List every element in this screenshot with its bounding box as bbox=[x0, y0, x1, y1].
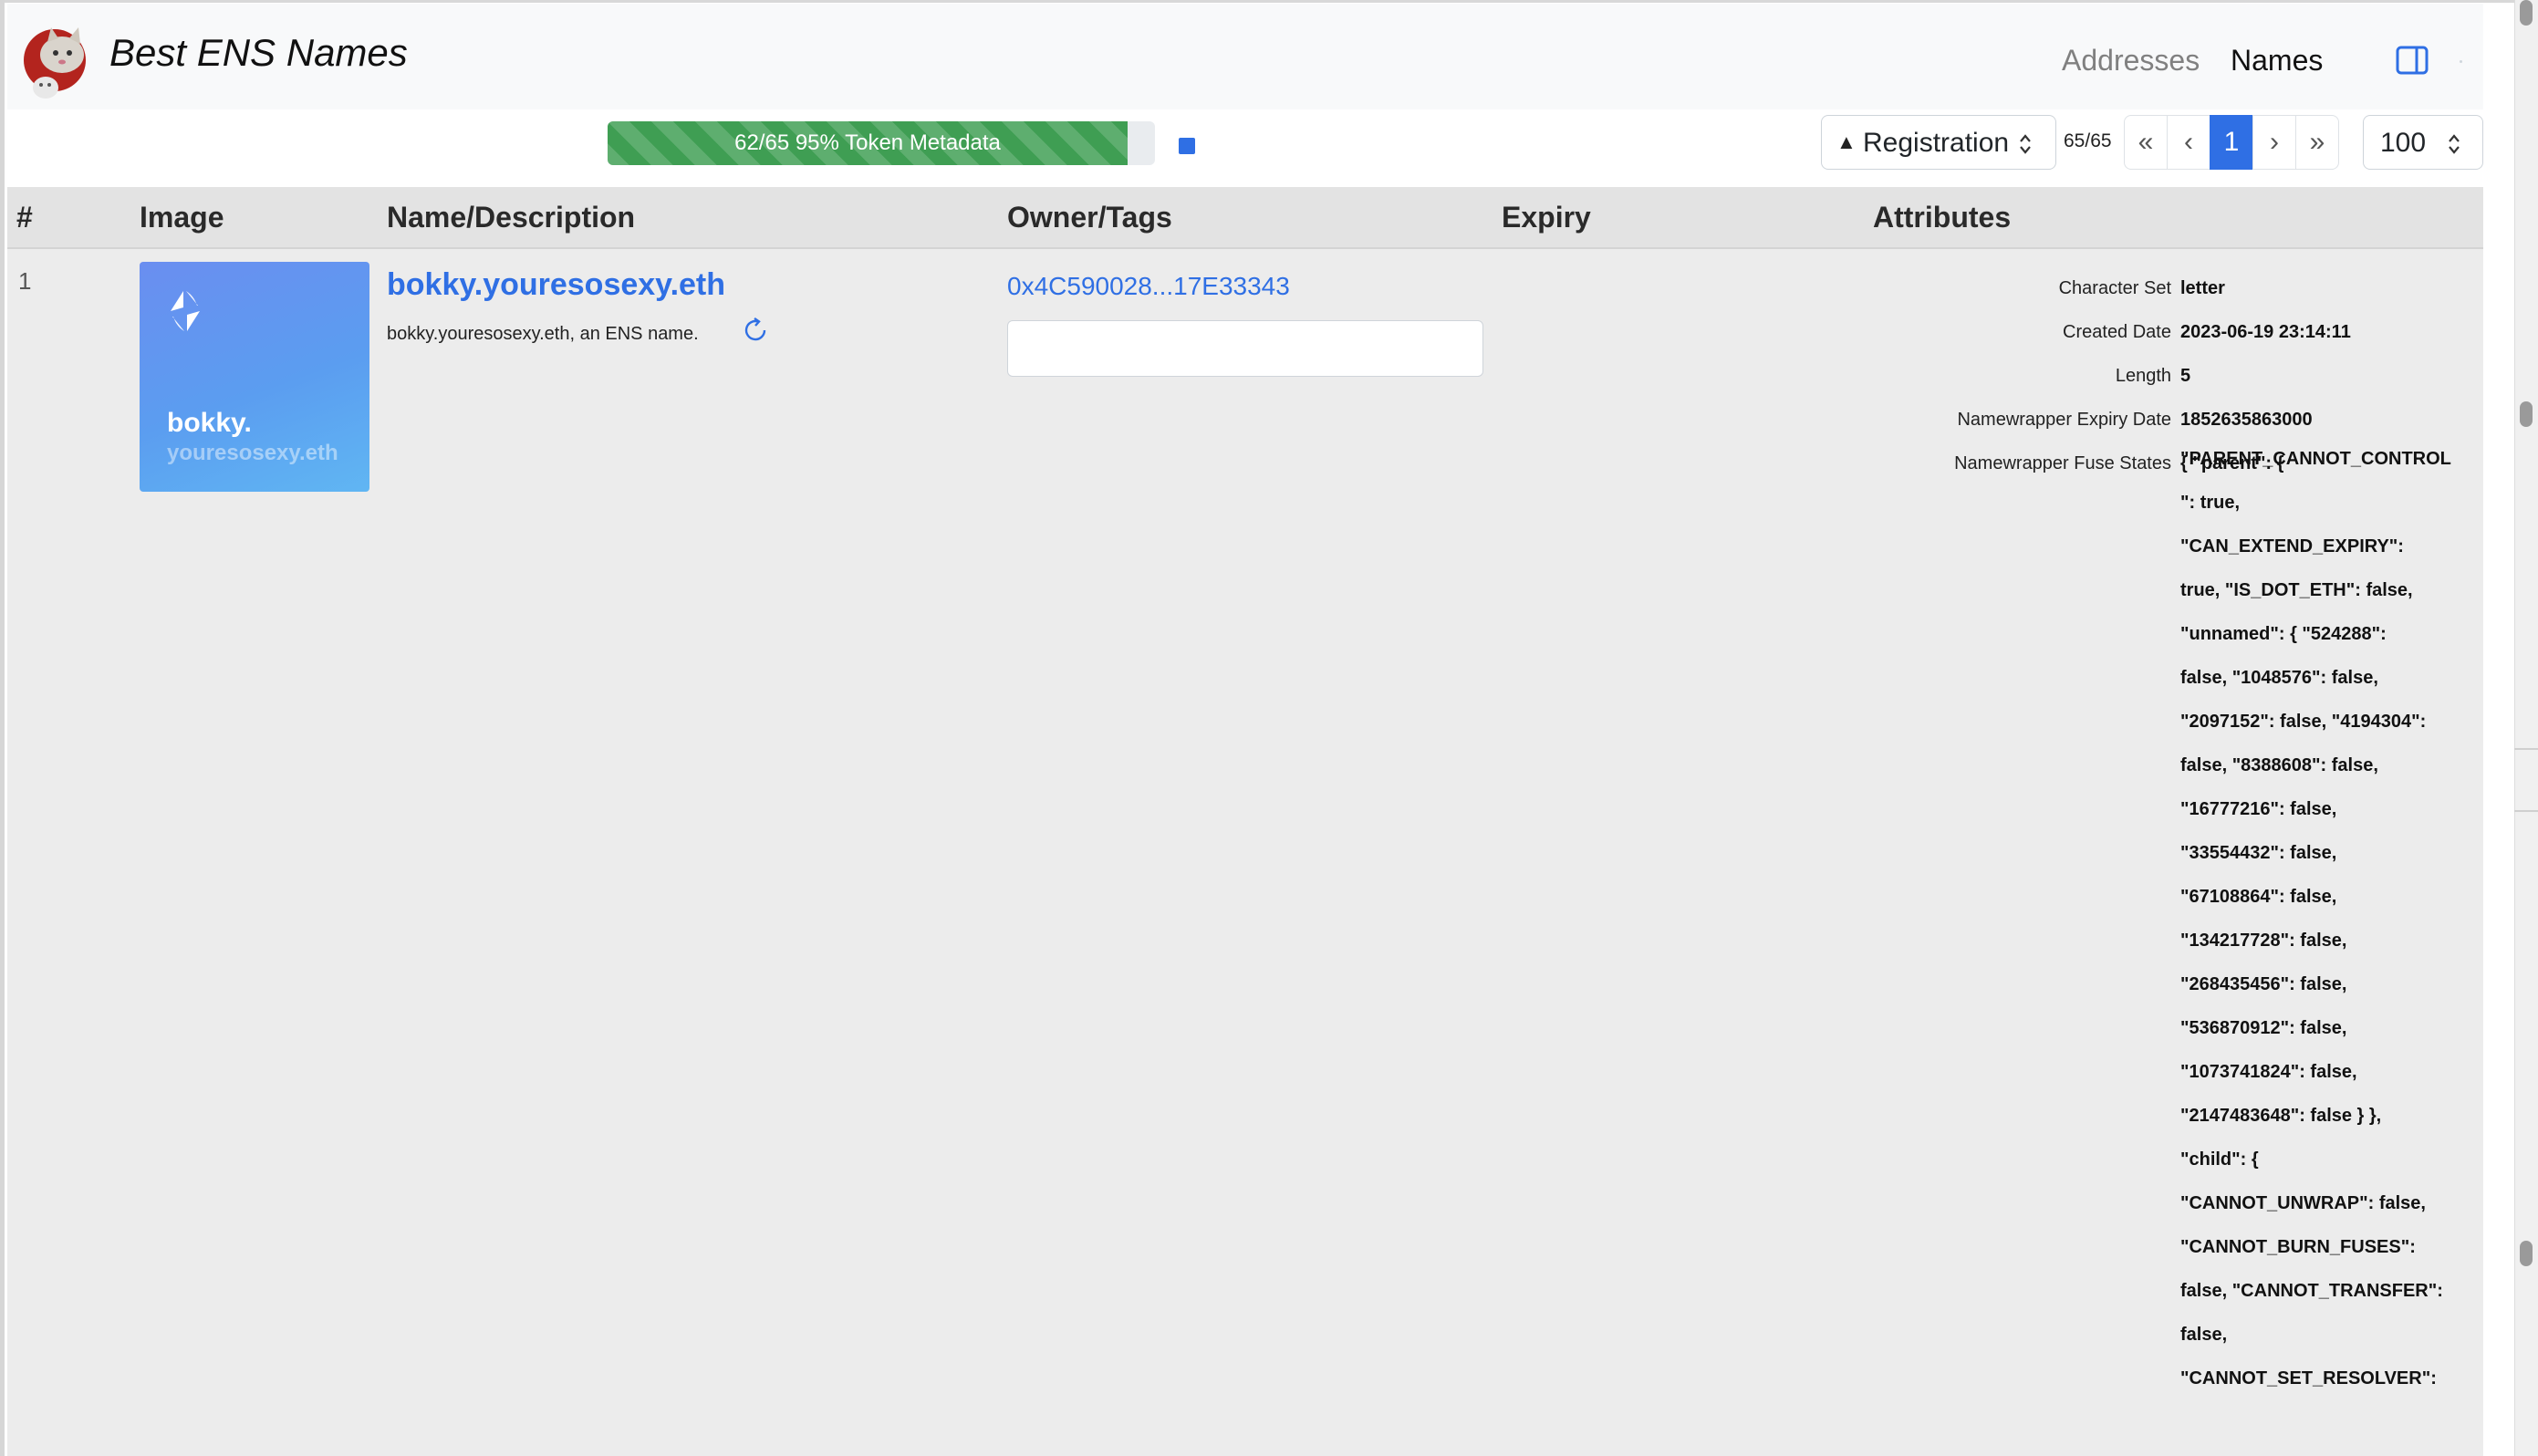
pagination: « ‹ 1 › » bbox=[2124, 115, 2339, 170]
fuse-states-line: "CANNOT_BURN_FUSES": bbox=[2180, 1237, 2416, 1257]
page-first-button[interactable]: « bbox=[2124, 115, 2168, 170]
attribute-value: letter bbox=[2180, 278, 2225, 298]
attribute-label: Namewrapper Expiry Date bbox=[1957, 410, 2171, 430]
nav-indicator-dot bbox=[2460, 60, 2462, 63]
page-size-value: 100 bbox=[2380, 128, 2427, 158]
result-count: 65/65 bbox=[2064, 130, 2112, 151]
scrollbar-thumb-secondary[interactable] bbox=[2520, 401, 2533, 427]
fuse-states-line: "536870912": false, bbox=[2180, 1018, 2347, 1038]
image-parent-label: youresosexy.eth bbox=[167, 441, 338, 465]
fuse-states-line: true, "IS_DOT_ETH": false, bbox=[2180, 580, 2413, 600]
page-size-select[interactable]: 100 bbox=[2363, 115, 2483, 170]
column-header-name[interactable]: Name/Description bbox=[387, 201, 635, 234]
ens-name-image[interactable]: bokky. youresosexy.eth bbox=[140, 262, 369, 492]
fuse-states-line: false, "8388608": false, bbox=[2180, 755, 2378, 775]
sort-direction-icon: ▲ bbox=[1836, 130, 1857, 153]
fuse-states-line: "2097152": false, "4194304": bbox=[2180, 712, 2427, 732]
refresh-icon[interactable] bbox=[741, 316, 770, 345]
fuse-states-line: "CANNOT_SET_RESOLVER": bbox=[2180, 1368, 2437, 1388]
attribute-label: Created Date bbox=[2063, 322, 2171, 342]
column-header-owner[interactable]: Owner/Tags bbox=[1007, 201, 1172, 234]
page-prev-button[interactable]: ‹ bbox=[2167, 115, 2210, 170]
sort-selected-value: Registration bbox=[1863, 128, 2010, 158]
fuse-states-line: ": true, bbox=[2180, 493, 2241, 513]
ens-name-description: bokky.youresosexy.eth, an ENS name. bbox=[387, 324, 699, 344]
token-metadata-progress: 62/65 95% Token Metadata bbox=[608, 121, 1155, 165]
owner-address-link[interactable]: 0x4C590028...17E33343 bbox=[1007, 272, 1290, 301]
scrollbar-thumb[interactable] bbox=[2520, 0, 2533, 26]
page-current-button[interactable]: 1 bbox=[2210, 115, 2253, 170]
scrollbar-thumb-tertiary[interactable] bbox=[2520, 1241, 2533, 1266]
fuse-states-line: false, "1048576": false, bbox=[2180, 668, 2378, 688]
names-table: # Image Name/Description Owner/Tags Expi… bbox=[7, 187, 2483, 1456]
row-index: 1 bbox=[18, 267, 32, 295]
fuse-states-line: "268435456": false, bbox=[2180, 974, 2347, 994]
page-last-button[interactable]: » bbox=[2295, 115, 2339, 170]
window-scrollbar[interactable] bbox=[2514, 0, 2538, 1456]
nav-addresses-link[interactable]: Addresses bbox=[2062, 44, 2200, 78]
scroll-marker bbox=[2514, 810, 2538, 812]
fuse-states-line: "134217728": false, bbox=[2180, 931, 2347, 951]
attribute-label: Length bbox=[2115, 366, 2171, 386]
fuse-states-value: "PARENT_CANNOT_CONTROL ": true, "CAN_EXTEN… bbox=[2180, 437, 2481, 1400]
attribute-label: Namewrapper Fuse States bbox=[1954, 453, 2171, 473]
progress-bar-fill: 62/65 95% Token Metadata bbox=[608, 121, 1128, 165]
up-down-arrows-icon bbox=[2449, 134, 2460, 154]
fuse-states-line: false, bbox=[2180, 1325, 2228, 1345]
up-down-arrows-icon bbox=[2020, 134, 2031, 154]
window-top-border bbox=[0, 0, 2538, 3]
sidebar-toggle-icon[interactable] bbox=[2396, 46, 2429, 75]
fuse-states-line: false, "CANNOT_TRANSFER": bbox=[2180, 1281, 2443, 1301]
cat-logo-icon[interactable] bbox=[20, 24, 95, 102]
fuse-states-line: "33554432": false, bbox=[2180, 843, 2337, 863]
scroll-marker bbox=[2514, 748, 2538, 750]
fuse-states-line: "CANNOT_UNWRAP": false, bbox=[2180, 1193, 2426, 1213]
fuse-states-line: "unnamed": { "524288": bbox=[2180, 624, 2387, 644]
column-header-attributes[interactable]: Attributes bbox=[1873, 201, 2011, 234]
sort-select[interactable]: ▲ Registration bbox=[1821, 115, 2056, 170]
ens-name-link[interactable]: bokky.youresosexy.eth bbox=[387, 267, 725, 303]
attribute-value: 2023-06-19 23:14:11 bbox=[2180, 322, 2351, 342]
fuse-states-line: "child": { bbox=[2180, 1149, 2259, 1170]
attribute-label: Character Set bbox=[2058, 278, 2171, 298]
fuse-states-line: "PARENT_CANNOT_CONTROL bbox=[2180, 449, 2451, 469]
tags-input[interactable] bbox=[1007, 320, 1483, 377]
fuse-states-line: "2147483648": false } }, bbox=[2180, 1106, 2382, 1126]
attribute-value: 1852635863000 bbox=[2180, 410, 2313, 430]
image-name-label: bokky. bbox=[167, 408, 252, 438]
ens-logo-icon bbox=[171, 291, 200, 331]
nav-names-link[interactable]: Names bbox=[2231, 44, 2323, 78]
table-header: # Image Name/Description Owner/Tags Expi… bbox=[7, 187, 2483, 249]
column-header-image[interactable]: Image bbox=[140, 201, 224, 234]
page-next-button[interactable]: › bbox=[2252, 115, 2296, 170]
attribute-value: 5 bbox=[2180, 366, 2191, 386]
stop-icon[interactable] bbox=[1179, 138, 1195, 154]
navbar: Best ENS Names Addresses Names bbox=[7, 4, 2483, 109]
window-left-border bbox=[0, 0, 5, 1456]
fuse-states-line: "CAN_EXTEND_EXPIRY": bbox=[2180, 536, 2404, 556]
fuse-states-line: "67108864": false, bbox=[2180, 887, 2337, 907]
column-header-index[interactable]: # bbox=[16, 201, 33, 234]
fuse-states-line: "16777216": false, bbox=[2180, 799, 2337, 819]
column-header-expiry[interactable]: Expiry bbox=[1502, 201, 1591, 234]
fuse-states-line: "1073741824": false, bbox=[2180, 1062, 2357, 1082]
brand-title[interactable]: Best ENS Names bbox=[109, 31, 408, 75]
